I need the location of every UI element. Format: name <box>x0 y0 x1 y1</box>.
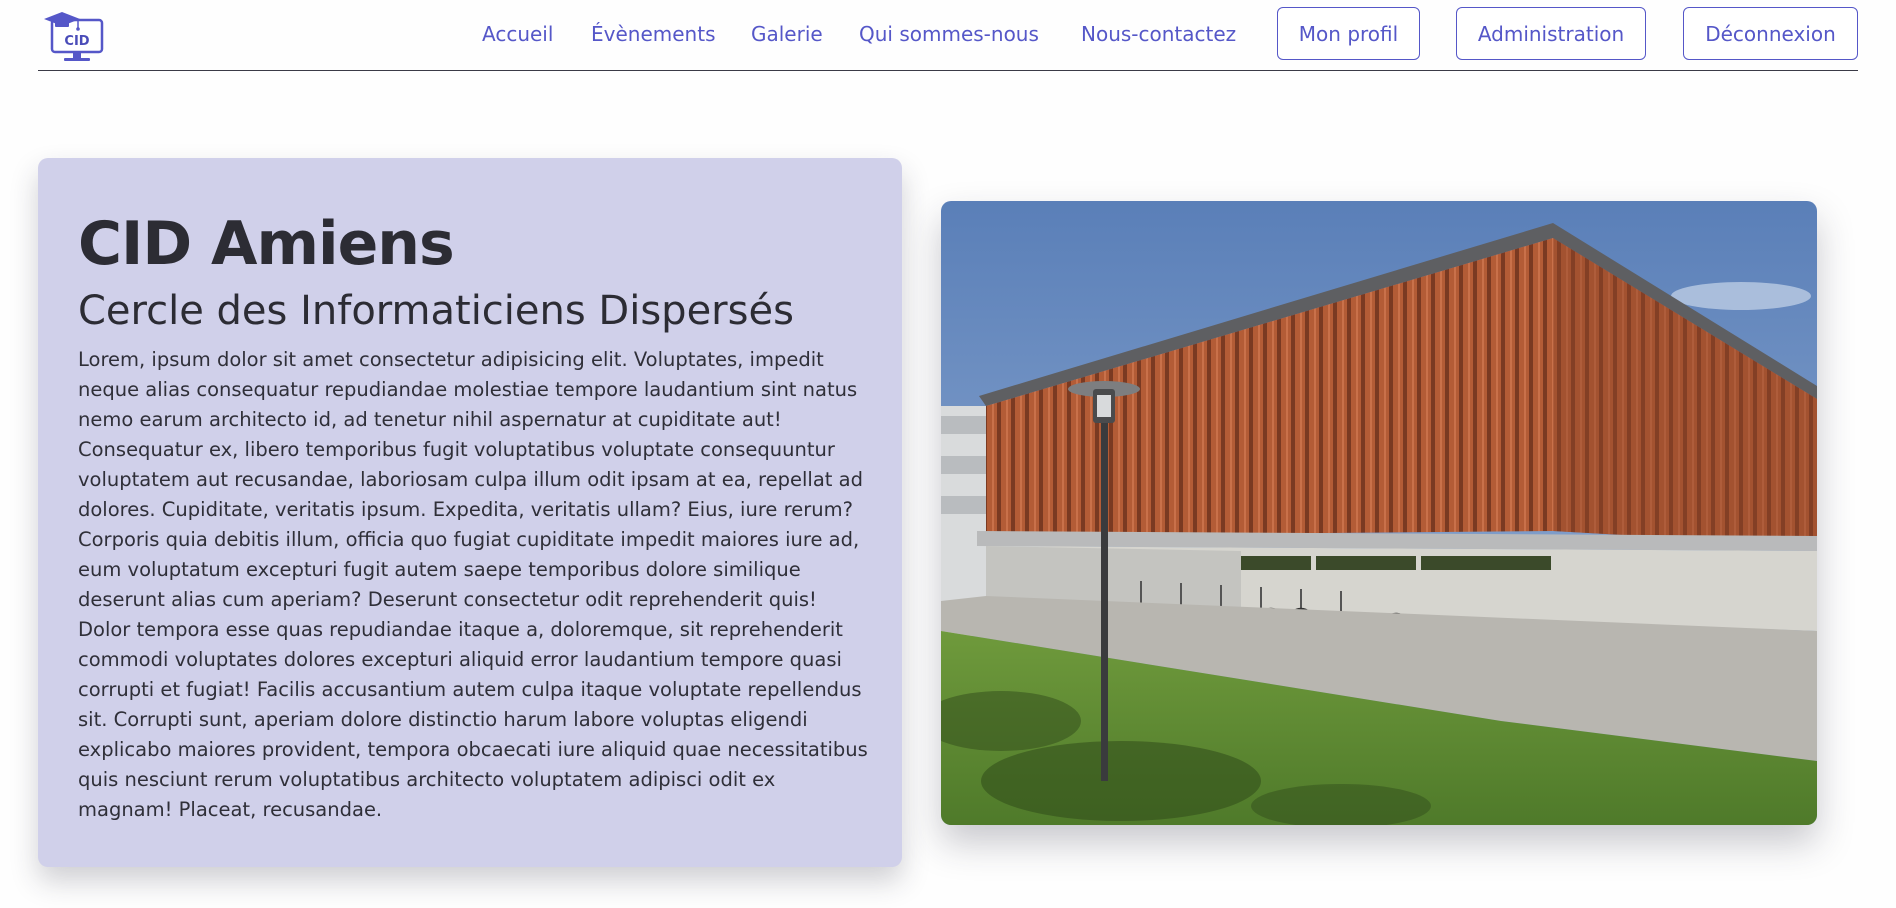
administration-button[interactable]: Administration <box>1456 7 1646 60</box>
hero-card: CID Amiens Cercle des Informaticiens Dis… <box>38 158 902 867</box>
navbar: CID Accueil Évènements Galerie Qui somme… <box>38 0 1858 71</box>
nav-link-galerie[interactable]: Galerie <box>751 22 823 46</box>
hero-title: CID Amiens <box>78 209 455 279</box>
nav-link-qui-sommes-nous[interactable]: Qui sommes-nous <box>859 22 1039 46</box>
building-photo <box>941 201 1817 825</box>
building-photo-illustration <box>941 201 1817 825</box>
mon-profil-button[interactable]: Mon profil <box>1277 7 1420 60</box>
nav-link-accueil[interactable]: Accueil <box>482 22 553 46</box>
deconnexion-button[interactable]: Déconnexion <box>1683 7 1858 60</box>
hero-subtitle: Cercle des Informaticiens Dispersés <box>78 288 794 334</box>
page: CID Accueil Évènements Galerie Qui somme… <box>0 0 1896 908</box>
logo-text: CID <box>64 34 89 49</box>
hero-description: Lorem, ipsum dolor sit amet consectetur … <box>78 348 868 821</box>
nav-link-nous-contactez[interactable]: Nous-contactez <box>1081 22 1236 46</box>
graduation-cap-monitor-icon: CID <box>44 12 104 61</box>
site-logo[interactable]: CID <box>42 6 108 62</box>
nav-link-evenements[interactable]: Évènements <box>591 22 715 46</box>
